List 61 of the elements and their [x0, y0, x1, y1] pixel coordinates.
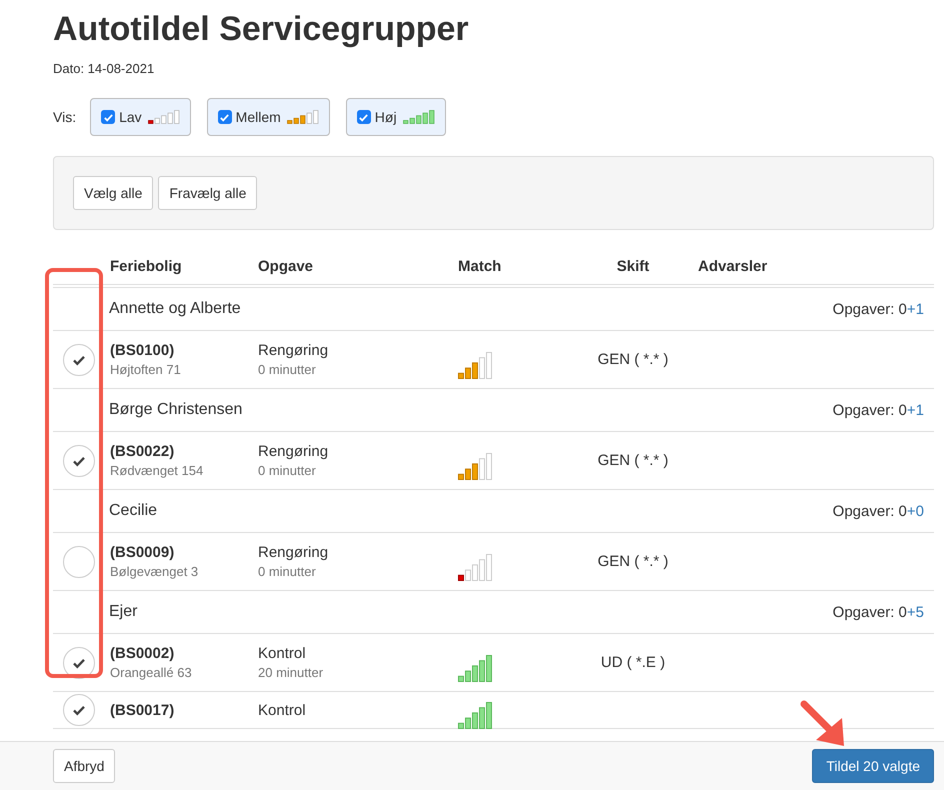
column-header: Match: [458, 258, 502, 274]
property-id: (BS0100): [110, 342, 176, 359]
filter-toggle[interactable]: Høj: [346, 98, 446, 136]
signal-empty-bars: [306, 110, 318, 124]
task-name: Kontrol: [258, 702, 307, 718]
filter-toggle[interactable]: Mellem: [206, 98, 330, 136]
signal-empty-bars: [479, 352, 492, 378]
checkbox[interactable]: [218, 110, 232, 124]
toolbar-button[interactable]: Fravælg alle: [158, 176, 258, 210]
toolbar-button[interactable]: Vælg alle: [73, 176, 154, 210]
group-name: Ejer: [109, 603, 138, 621]
tasks-count: Opgaver: 0: [832, 604, 907, 620]
signal-empty-bars: [465, 554, 492, 580]
signal-empty-bars: [154, 110, 180, 124]
task-duration: 0 minutter: [258, 564, 317, 579]
column-header: Skift: [616, 258, 650, 274]
tasks-count: Opgaver: 0: [832, 502, 907, 520]
property-id: (BS0009): [110, 544, 176, 561]
assign-button[interactable]: Tildel 20 valgte: [812, 749, 934, 783]
tasks-added: +1: [906, 300, 924, 318]
shift-code: GEN ( *.* ): [598, 452, 668, 469]
column-header: Advarsler: [698, 258, 768, 274]
task-duration: 0 minutter: [258, 362, 317, 377]
select-toggle[interactable]: [63, 694, 95, 726]
select-toggle[interactable]: [63, 546, 95, 578]
select-toggle[interactable]: [63, 444, 95, 476]
property-address: Bølgevænget 3: [110, 564, 200, 579]
task-duration: 0 minutter: [258, 463, 317, 478]
property-id: (BS0002): [110, 645, 176, 662]
column-header: Feriebolig: [110, 258, 183, 274]
tasks-added: +0: [906, 502, 924, 520]
page-title: Autotildel Servicegrupper: [53, 9, 470, 49]
group-name: Annette og Alberte: [109, 300, 241, 318]
task-name: Rengøring: [258, 443, 330, 460]
tasks-count: Opgaver: 0: [832, 402, 907, 418]
column-header: Opgave: [258, 258, 314, 274]
shift-code: UD ( *.E ): [600, 654, 666, 671]
task-name: Rengøring: [258, 544, 330, 561]
property-id: (BS0017): [110, 702, 176, 718]
tasks-added: +1: [906, 402, 924, 418]
task-name: Kontrol: [258, 645, 307, 662]
property-id: (BS0022): [110, 443, 176, 460]
property-address: Højtoften 71: [110, 362, 182, 377]
checkbox[interactable]: [356, 110, 371, 124]
shift-code: GEN ( *.* ): [598, 553, 668, 570]
tasks-added: +5: [906, 604, 924, 620]
task-name: Rengøring: [258, 342, 330, 359]
group-name: Cecilie: [109, 502, 158, 520]
select-toggle[interactable]: [63, 344, 95, 376]
property-address: Rødvænget 154: [110, 463, 204, 478]
group-name: Børge Christensen: [109, 401, 242, 419]
checkbox[interactable]: [101, 110, 116, 124]
task-duration: 20 minutter: [258, 665, 324, 680]
shift-code: GEN ( *.* ): [598, 351, 668, 368]
filter-toggle[interactable]: Lav: [90, 98, 191, 136]
tasks-count: Opgaver: 0: [832, 300, 907, 318]
cancel-button[interactable]: Afbryd: [53, 749, 116, 783]
property-address: Orangeallé 63: [110, 665, 193, 680]
date-label: Dato: 14-08-2021: [53, 61, 156, 76]
filter-label: Vis:: [53, 109, 76, 125]
signal-empty-bars: [479, 452, 492, 480]
